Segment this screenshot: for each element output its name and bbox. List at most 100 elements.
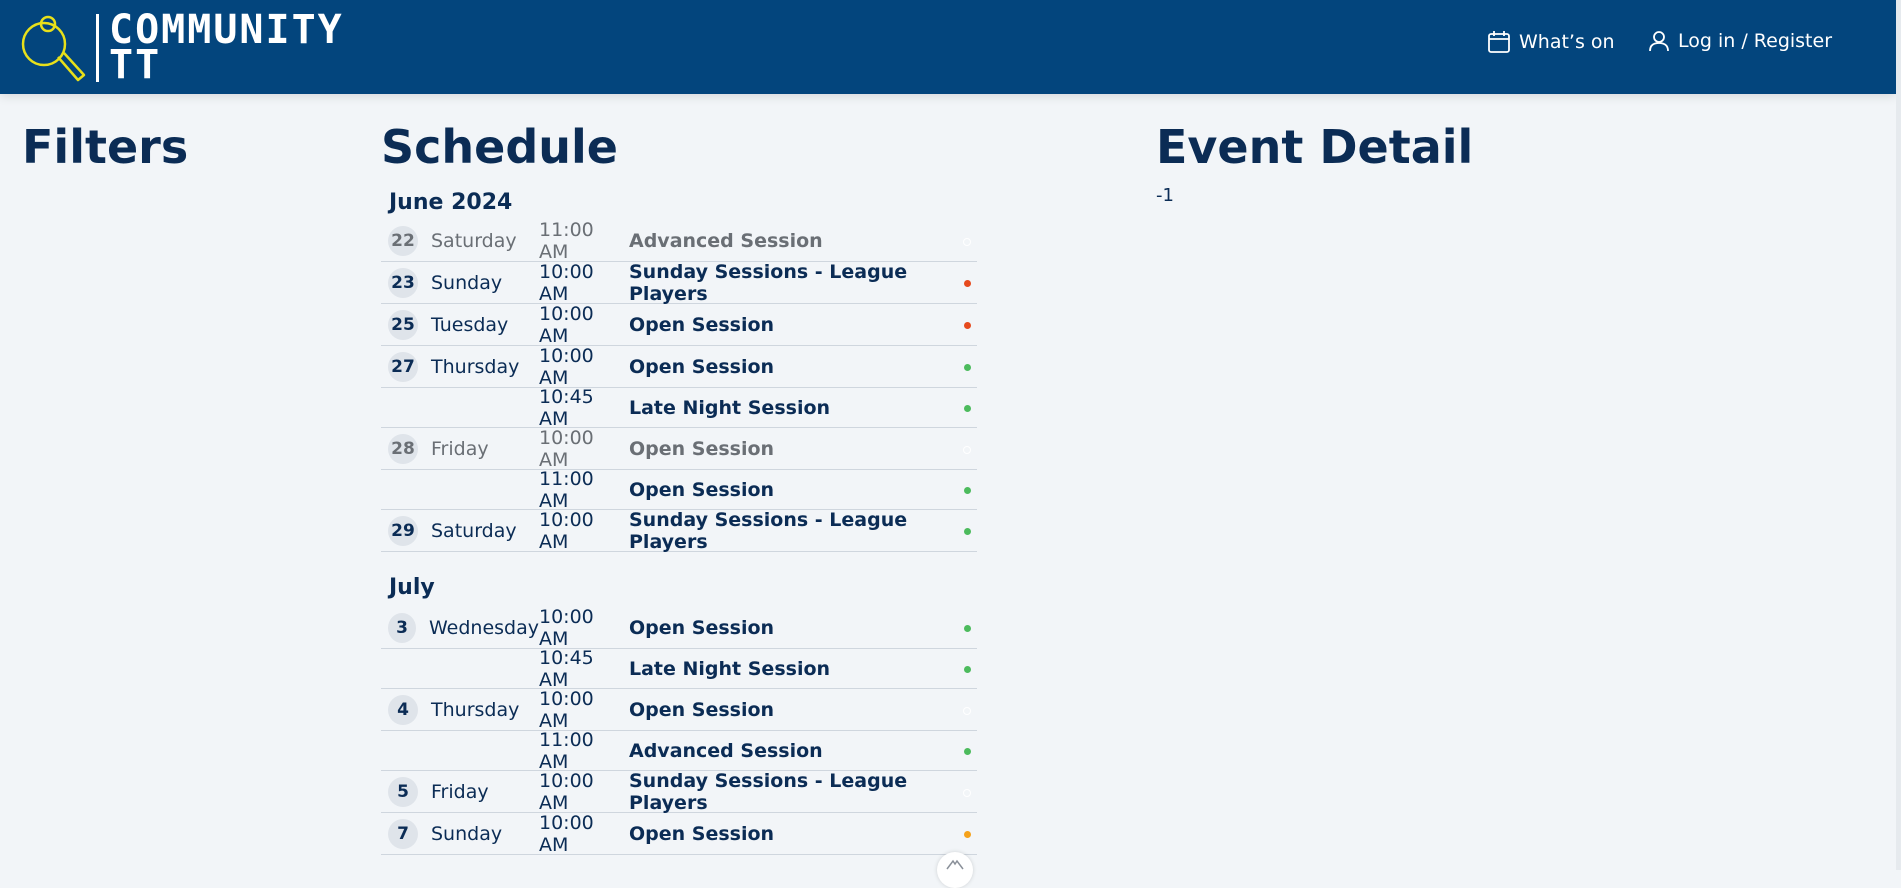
event-name: Advanced Session [629,739,823,762]
schedule-event-row[interactable]: 28 Friday 10:00 AM Open Session [381,426,977,471]
event-date: 4 Thursday [381,694,539,725]
event-name: Late Night Session [629,396,831,419]
event-time: 11:00 AM [539,218,594,263]
schedule-event-row[interactable]: 3 Wednesday 10:00 AM Open Session [381,605,977,650]
event-name: Open Session [629,437,775,460]
event-date: 5 Friday [381,776,539,807]
month-heading: July [389,575,435,600]
brand-wordmark: COMMUNITY TT [109,10,344,88]
event-time: 10:00 AM [539,508,594,553]
availability-status-dot [963,445,971,454]
event-time: 11:00 AM [539,467,594,512]
weekday-label: Thursday [431,698,520,721]
event-time: 10:00 AM [539,605,594,650]
schedule-event-row[interactable]: 25 Tuesday 10:00 AM Open Session [381,302,977,347]
scrollbar-track[interactable] [1896,0,1901,870]
availability-status-dot [964,624,971,632]
day-number-badge: 4 [388,694,418,725]
availability-status-dot [963,706,971,715]
day-number-badge: 3 [388,612,416,643]
event-name: Late Night Session [629,657,831,680]
day-number-badge: 23 [388,267,418,298]
nav-whats-on-link[interactable]: What’s on [1487,30,1615,54]
availability-status-dot [964,363,971,371]
event-detail-heading: Event Detail [1156,120,1474,174]
calendar-icon [1488,31,1510,53]
event-date: 3 Wednesday [381,612,539,643]
schedule-heading: Schedule [381,120,618,174]
nav-login-register-label: Log in / Register [1678,30,1833,52]
chevron-up-icon [946,859,964,870]
availability-status-dot [964,527,971,535]
top-navigation-bar: COMMUNITY TT What’s on Log in / Register [0,0,1896,94]
schedule-event-row[interactable]: 29 Saturday 10:00 AM Sunday Sessions - Leag… [381,508,977,553]
event-time: 10:00 AM [539,260,594,305]
event-name: Open Session [629,355,775,378]
event-name: Open Session [629,478,775,501]
event-time: 10:00 AM [539,811,594,856]
day-number-badge: 22 [388,225,418,256]
day-number-badge: 25 [388,309,418,340]
day-number-badge: 28 [388,433,418,464]
brand-divider [96,14,99,82]
schedule-event-row[interactable]: 23 Sunday 10:00 AM Sunday Sessions - League… [381,260,977,305]
availability-status-dot [964,279,971,287]
weekday-label: Friday [431,437,489,460]
user-icon [1649,31,1669,52]
weekday-label: Saturday [431,519,517,542]
filters-heading: Filters [22,120,189,174]
schedule-list: June 2024 22 Saturday 11:00 AM Advanced Sess… [381,186,977,856]
event-time: 10:45 AM [539,385,594,430]
event-date: 23 Sunday [381,267,539,298]
event-name: Open Session [629,822,775,845]
schedule-event-row[interactable]: 10:45 AM Late Night Session [381,646,977,691]
schedule-event-row[interactable]: 4 Thursday 10:00 AM Open Session [381,688,977,732]
scroll-to-top-button[interactable] [937,852,973,888]
day-number-badge: 29 [388,515,418,546]
availability-status-dot [964,404,971,412]
month-heading: June 2024 [389,190,513,215]
event-name: Sunday Sessions - League Players [629,769,908,814]
event-date: 28 Friday [381,433,539,464]
schedule-event-row[interactable]: 7 Sunday 10:00 AM Open Session [381,811,977,856]
weekday-label: Wednesday [428,616,539,639]
event-name: Open Session [629,698,775,721]
brand-logo-link[interactable]: COMMUNITY TT [20,10,344,88]
event-detail-value: -1 [1156,185,1174,206]
schedule-event-row[interactable]: 22 Saturday 11:00 AM Advanced Session [381,218,977,263]
event-name: Open Session [629,313,775,336]
event-date: 29 Saturday [381,515,539,546]
event-date: 7 Sunday [381,818,539,849]
day-number-badge: 5 [388,776,418,807]
event-name: Sunday Sessions - League Players [629,508,908,553]
event-date: 22 Saturday [381,225,539,256]
availability-status-dot [964,665,971,673]
day-number-badge: 27 [388,351,418,382]
schedule-event-row[interactable]: 11:00 AM Advanced Session [381,728,977,773]
event-time: 11:00 AM [539,728,594,773]
event-time: 10:00 AM [539,769,594,814]
weekday-label: Thursday [431,355,520,378]
availability-status-dot [963,788,971,797]
event-time: 10:00 AM [539,426,594,471]
event-time: 10:45 AM [539,646,594,691]
weekday-label: Sunday [431,271,503,294]
schedule-event-row[interactable]: 11:00 AM Open Session [381,467,977,512]
nav-login-register-link[interactable]: Log in / Register [1648,30,1832,52]
event-date: 25 Tuesday [381,309,539,340]
availability-status-dot [964,830,971,838]
day-number-badge: 7 [388,818,418,849]
weekday-label: Saturday [431,229,517,252]
event-time: 10:00 AM [539,344,594,389]
availability-status-dot [964,486,971,494]
schedule-event-row[interactable]: 27 Thursday 10:00 AM Open Session [381,344,977,389]
event-name: Sunday Sessions - League Players [629,260,908,305]
nav-whats-on-label: What’s on [1519,31,1615,53]
brand-line-2: TT [109,42,162,88]
weekday-label: Tuesday [431,313,509,336]
weekday-label: Sunday [431,822,503,845]
event-time: 10:00 AM [539,302,594,347]
schedule-event-row[interactable]: 10:45 AM Late Night Session [381,385,977,430]
schedule-event-row[interactable]: 5 Friday 10:00 AM Sunday Sessions - League … [381,769,977,814]
event-name: Open Session [629,616,775,639]
